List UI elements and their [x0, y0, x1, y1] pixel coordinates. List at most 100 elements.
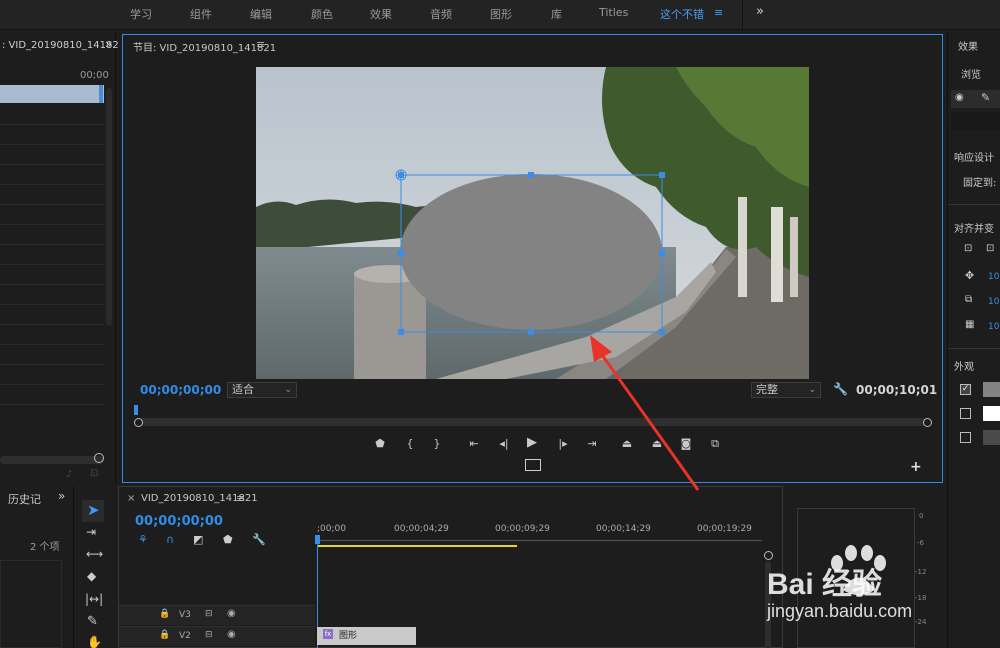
eye-icon[interactable]: ◉ [227, 608, 236, 619]
align-middle-icon[interactable]: ⊡ [986, 243, 994, 254]
divider [948, 204, 1000, 205]
align-center-icon[interactable]: ⊡ [964, 243, 972, 254]
fill-checkbox[interactable]: ✓ [960, 384, 971, 395]
add-button-icon[interactable]: + [910, 459, 922, 475]
work-area-bar[interactable] [317, 545, 517, 547]
program-monitor-title[interactable]: 节目: VID_20190810_141821 [133, 39, 276, 54]
add-marker-icon[interactable]: ⬟ [373, 437, 387, 451]
sync-lock-icon[interactable]: ⊟ [205, 630, 213, 640]
panel-overflow-icon[interactable]: » [105, 37, 112, 51]
tools-panel: ➤ ⇥ ⟷ ◆ |↔| ✎ ✋ [78, 496, 112, 648]
lock-icon[interactable]: 🔒 [159, 630, 170, 640]
stroke-checkbox[interactable] [960, 408, 971, 419]
workspace-tab-audio[interactable]: 音频 [430, 6, 452, 22]
workspace-tab-effects[interactable]: 效果 [370, 6, 392, 22]
close-icon[interactable]: × [127, 493, 135, 504]
panel-overflow-icon[interactable]: » [58, 489, 65, 503]
current-timecode[interactable]: 00;00;00;00 [140, 383, 221, 397]
workspace-tab-learn[interactable]: 学习 [130, 6, 152, 22]
history-tab[interactable]: 历史记 [8, 491, 41, 507]
pin-to-label: 固定到: [963, 178, 997, 189]
marker-icon[interactable]: ⬟ [223, 533, 233, 546]
panel-menu-icon[interactable]: ≡ [256, 38, 265, 51]
zoom-handle-left[interactable] [134, 418, 143, 427]
clip-label: 图形 [339, 631, 358, 641]
timeline-ruler[interactable] [317, 535, 762, 541]
effects-tab[interactable]: 效果 [958, 38, 978, 53]
graphic-clip[interactable]: fx 图形 [317, 627, 416, 645]
workspace-tab-graphics[interactable]: 图形 [490, 6, 512, 22]
hand-tool-icon[interactable]: ✋ [87, 635, 102, 648]
pen-icon[interactable]: ✎ [981, 91, 990, 104]
play-icon[interactable]: ▶ [525, 436, 539, 450]
selection-tool-icon[interactable]: ➤ [87, 501, 100, 519]
layer-row[interactable]: ◉ ✎ [951, 90, 1000, 108]
row-divider [0, 144, 104, 145]
new-item-icon[interactable]: ⊡ [90, 468, 98, 479]
audio-icon[interactable]: ♪ [66, 469, 72, 480]
workspace-tab-color[interactable]: 颜色 [311, 6, 333, 22]
stroke-color-swatch[interactable] [983, 406, 1000, 421]
playhead-indicator[interactable] [134, 405, 138, 415]
timeline-settings-wrench-icon[interactable]: 🔧 [252, 533, 266, 546]
add-marker-icon[interactable]: ◩ [193, 533, 203, 546]
lock-icon[interactable]: 🔒 [159, 609, 170, 619]
mark-out-icon[interactable]: } [430, 437, 444, 451]
fit-dropdown[interactable]: 适合 ⌄ [227, 382, 297, 398]
vertical-scrollbar[interactable] [106, 88, 112, 326]
track-name[interactable]: V2 [179, 631, 191, 641]
track-name[interactable]: V3 [179, 610, 191, 620]
comparison-view-icon[interactable]: ⧉ [708, 437, 722, 451]
mark-in-icon[interactable]: { [403, 437, 417, 451]
step-forward-icon[interactable]: |▸ [556, 437, 570, 451]
video-frame[interactable] [256, 67, 809, 379]
graphic-shape[interactable] [400, 174, 662, 330]
history-panel: 历史记 » 2 个项 [0, 486, 74, 648]
row-divider [0, 384, 104, 385]
timeline-timecode[interactable]: 00;00;00;00 [135, 514, 223, 529]
position-value[interactable]: 100 [988, 272, 1000, 282]
go-to-in-icon[interactable]: ⇤ [467, 437, 481, 451]
playhead-handle[interactable] [315, 535, 320, 544]
safe-margins-icon[interactable] [525, 459, 541, 471]
eye-icon[interactable]: ◉ [227, 629, 236, 640]
selected-row[interactable] [0, 85, 104, 103]
workspace-tab-titles[interactable]: Titles [599, 6, 628, 19]
workspace-menu-icon[interactable]: ≡ [714, 6, 723, 19]
ruler-label: 00;00;09;29 [495, 524, 550, 534]
responsive-design-label: 响应设计 [954, 153, 994, 164]
razor-tool-icon[interactable]: ◆ [87, 569, 96, 583]
quality-dropdown-label: 完整 [756, 383, 778, 396]
zoom-scrollbar[interactable] [138, 418, 928, 426]
pen-tool-icon[interactable]: ✎ [87, 614, 98, 629]
workspace-tab-editing[interactable]: 编辑 [250, 6, 272, 22]
horizontal-scrollbar[interactable] [0, 456, 104, 464]
quality-dropdown[interactable]: 完整 ⌄ [751, 382, 821, 398]
step-back-icon[interactable]: ◂| [497, 437, 511, 451]
workspace-tab-custom[interactable]: 这个不错 [660, 6, 704, 22]
scale-value[interactable]: 100 [988, 297, 1000, 307]
shadow-checkbox[interactable] [960, 432, 971, 443]
meter-label: 0 [919, 512, 924, 520]
track-header-v3: 🔒 V3 ⊟ ◉ [119, 605, 315, 625]
project-panel-title[interactable]: : VID_20190810_14182 [2, 40, 119, 51]
shadow-color-swatch[interactable] [983, 430, 1000, 445]
workspace-overflow-icon[interactable]: » [756, 4, 764, 19]
eye-icon[interactable]: ◉ [955, 92, 964, 103]
zoom-handle-right[interactable] [923, 418, 932, 427]
snap-icon[interactable]: ⚘ [138, 533, 148, 546]
linked-selection-icon[interactable]: ∩ [166, 533, 174, 546]
ripple-edit-tool-icon[interactable]: ⟷ [86, 547, 103, 561]
scrollbar-handle-icon[interactable] [94, 453, 104, 463]
sync-lock-icon[interactable]: ⊟ [205, 609, 213, 619]
slip-tool-icon[interactable]: |↔| [85, 592, 103, 606]
panel-menu-icon[interactable]: ≡ [236, 492, 245, 505]
opacity-value[interactable]: 100 [988, 322, 1000, 332]
track-select-tool-icon[interactable]: ⇥ [86, 525, 96, 539]
browse-tab[interactable]: 浏览 [961, 66, 981, 81]
workspace-tab-assembly[interactable]: 组件 [190, 6, 212, 22]
fill-color-swatch[interactable] [983, 382, 1000, 397]
ruler-label: ;00;00 [317, 524, 346, 534]
workspace-tab-libraries[interactable]: 库 [551, 6, 562, 22]
settings-wrench-icon[interactable]: 🔧 [833, 382, 848, 396]
